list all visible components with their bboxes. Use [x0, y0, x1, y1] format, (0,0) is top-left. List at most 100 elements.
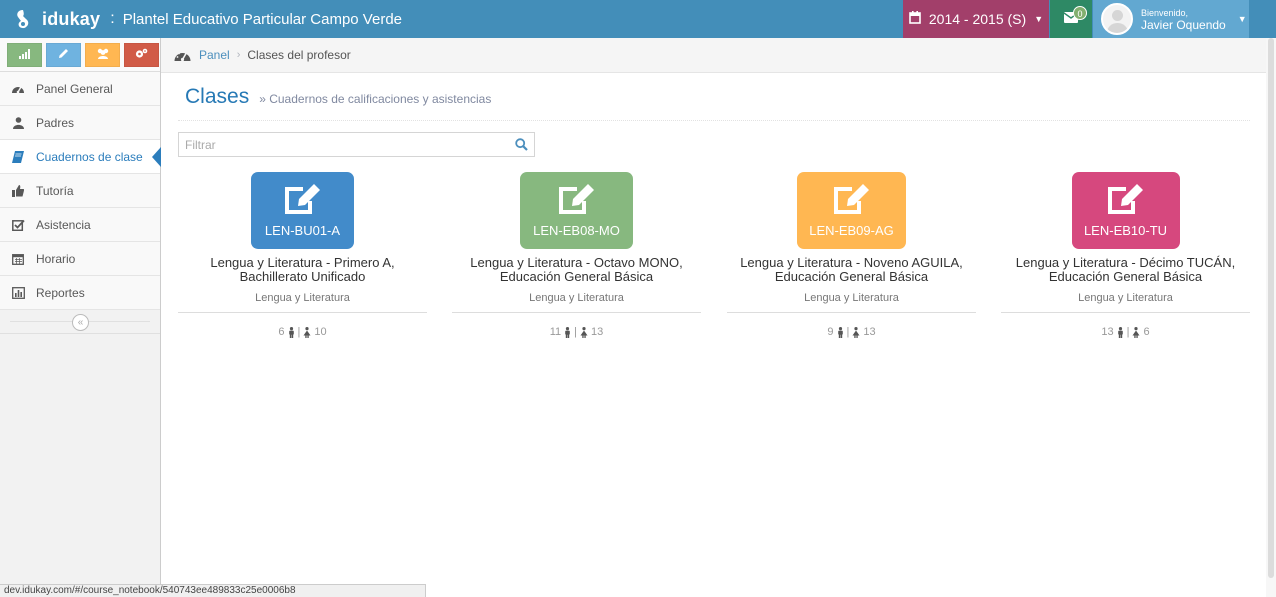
- sidebar-collapse: «: [0, 310, 160, 334]
- sidebar-item-label: Asistencia: [36, 217, 91, 232]
- signal-icon: [18, 48, 31, 62]
- thumbs-up-icon: [0, 184, 36, 197]
- school-year-dropdown[interactable]: 2014 - 2015 (S) ▼: [903, 0, 1049, 38]
- user-menu[interactable]: Bienvenido, Javier Oquendo ▼: [1093, 0, 1249, 38]
- course-title[interactable]: Lengua y Literatura - Primero A, Bachill…: [178, 256, 427, 284]
- user-icon: [0, 116, 36, 129]
- sidebar-item-tutoria[interactable]: Tutoría: [0, 174, 160, 208]
- male-icon: [288, 326, 295, 338]
- edit-icon: [283, 183, 323, 218]
- female-count: 10: [314, 326, 327, 338]
- pencil-icon: [58, 48, 69, 62]
- messages-count-badge: 0: [1073, 6, 1087, 20]
- sidebar-item-padres[interactable]: Padres: [0, 106, 160, 140]
- sidebar-item-label: Cuadernos de clase: [36, 149, 143, 164]
- page-title: Clases: [185, 85, 250, 108]
- course-code: LEN-EB09-AG: [809, 223, 894, 238]
- breadcrumb-panel-link[interactable]: Panel: [199, 48, 230, 62]
- users-icon: [96, 48, 110, 62]
- student-counts: 13 | 6: [1101, 326, 1150, 338]
- edit-icon: [1106, 183, 1146, 218]
- cogs-icon: [135, 48, 148, 62]
- sidebar-item-cuadernos-de-clase[interactable]: Cuadernos de clase: [0, 140, 161, 174]
- course-code: LEN-EB08-MO: [533, 223, 620, 238]
- shortcut-settings-button[interactable]: [124, 42, 159, 67]
- sidebar-shortcuts: [0, 38, 160, 72]
- breadcrumb-current: Clases del profesor: [247, 48, 351, 62]
- idukay-logo-icon: [12, 8, 34, 30]
- bar-chart-icon: [0, 286, 36, 299]
- student-counts: 6 | 10: [278, 326, 327, 338]
- sidebar-item-asistencia[interactable]: Asistencia: [0, 208, 160, 242]
- sidebar-item-label: Padres: [36, 115, 75, 130]
- dashboard-icon: [174, 49, 191, 62]
- page-header: Clases » Cuadernos de calificaciones y a…: [178, 80, 1250, 121]
- course-tile[interactable]: LEN-BU01-A: [251, 172, 354, 249]
- divider: [178, 312, 427, 313]
- dashboard-icon: [0, 83, 36, 94]
- avatar: [1101, 3, 1133, 35]
- course-subject: Lengua y Literatura: [804, 292, 899, 304]
- filter-input[interactable]: [179, 133, 499, 156]
- sidebar-item-label: Reportes: [36, 285, 85, 300]
- course-title[interactable]: Lengua y Literatura - Décimo TUCÁN, Educ…: [1001, 256, 1250, 284]
- scrollbar-thumb[interactable]: [1268, 38, 1274, 578]
- male-count: 11: [549, 326, 562, 338]
- female-icon: [580, 326, 588, 338]
- course-card[interactable]: LEN-BU01-A Lengua y Literatura - Primero…: [178, 172, 427, 338]
- shortcut-stats-button[interactable]: [7, 42, 42, 67]
- calendar-icon: [909, 11, 921, 27]
- sidebar-item-label: Horario: [36, 251, 76, 266]
- school-name: Plantel Educativo Particular Campo Verde: [122, 10, 403, 28]
- check-square-icon: [0, 219, 36, 231]
- sidebar-item-reportes[interactable]: Reportes: [0, 276, 160, 310]
- female-count: 13: [863, 326, 876, 338]
- course-subject: Lengua y Literatura: [1078, 292, 1173, 304]
- brand[interactable]: idukay : Plantel Educativo Particular Ca…: [12, 0, 402, 38]
- sidebar-item-label: Panel General: [36, 81, 113, 96]
- course-tile[interactable]: LEN-EB10-TU: [1071, 172, 1180, 249]
- male-icon: [564, 326, 571, 338]
- course-tile[interactable]: LEN-EB08-MO: [520, 172, 633, 249]
- male-count: 9: [827, 326, 834, 338]
- caret-down-icon: ▼: [1237, 14, 1247, 24]
- page-scrollbar[interactable]: [1266, 38, 1276, 597]
- search-icon[interactable]: [515, 138, 528, 154]
- sidebar-item-horario[interactable]: Horario: [0, 242, 160, 276]
- divider: [727, 312, 976, 313]
- shortcut-users-button[interactable]: [85, 42, 120, 67]
- page-subtitle: » Cuadernos de calificaciones y asistenc…: [259, 92, 492, 106]
- shortcut-edit-button[interactable]: [46, 42, 81, 67]
- female-count: 6: [1143, 326, 1150, 338]
- course-tile[interactable]: LEN-EB09-AG: [797, 172, 906, 249]
- chevron-right-icon: ›: [236, 49, 241, 61]
- breadcrumb: Panel › Clases del profesor: [161, 38, 1276, 73]
- messages-button[interactable]: 0: [1050, 0, 1092, 38]
- course-card[interactable]: LEN-EB09-AG Lengua y Literatura - Noveno…: [727, 172, 976, 338]
- edit-icon: [557, 183, 597, 218]
- course-card[interactable]: LEN-EB10-TU Lengua y Literatura - Décimo…: [1001, 172, 1250, 338]
- brand-name: idukay: [42, 8, 101, 29]
- divider: [1001, 312, 1250, 313]
- double-angle-left-icon[interactable]: «: [72, 314, 89, 331]
- course-code: LEN-EB10-TU: [1083, 223, 1168, 238]
- course-title[interactable]: Lengua y Literatura - Noveno AGUILA, Edu…: [727, 256, 976, 284]
- female-icon: [852, 326, 860, 338]
- book-icon: [0, 150, 36, 163]
- female-icon: [303, 326, 311, 338]
- sidebar: Panel General Padres Cuadernos de clase …: [0, 38, 161, 597]
- male-icon: [1117, 326, 1124, 338]
- school-year-label: 2014 - 2015 (S): [928, 11, 1027, 27]
- course-card[interactable]: LEN-EB08-MO Lengua y Literatura - Octavo…: [452, 172, 701, 338]
- student-counts: 9 | 13: [827, 326, 876, 338]
- course-title[interactable]: Lengua y Literatura - Octavo MONO, Educa…: [452, 256, 701, 284]
- sidebar-item-label: Tutoría: [36, 183, 74, 198]
- brand-separator: :: [110, 10, 115, 27]
- browser-status-url: dev.idukay.com/#/course_notebook/540743e…: [0, 584, 426, 597]
- top-navbar: idukay : Plantel Educativo Particular Ca…: [0, 0, 1276, 38]
- caret-down-icon: ▼: [1034, 14, 1044, 24]
- male-count: 6: [278, 326, 285, 338]
- course-subject: Lengua y Literatura: [255, 292, 350, 304]
- female-count: 13: [591, 326, 604, 338]
- sidebar-item-panel-general[interactable]: Panel General: [0, 72, 160, 106]
